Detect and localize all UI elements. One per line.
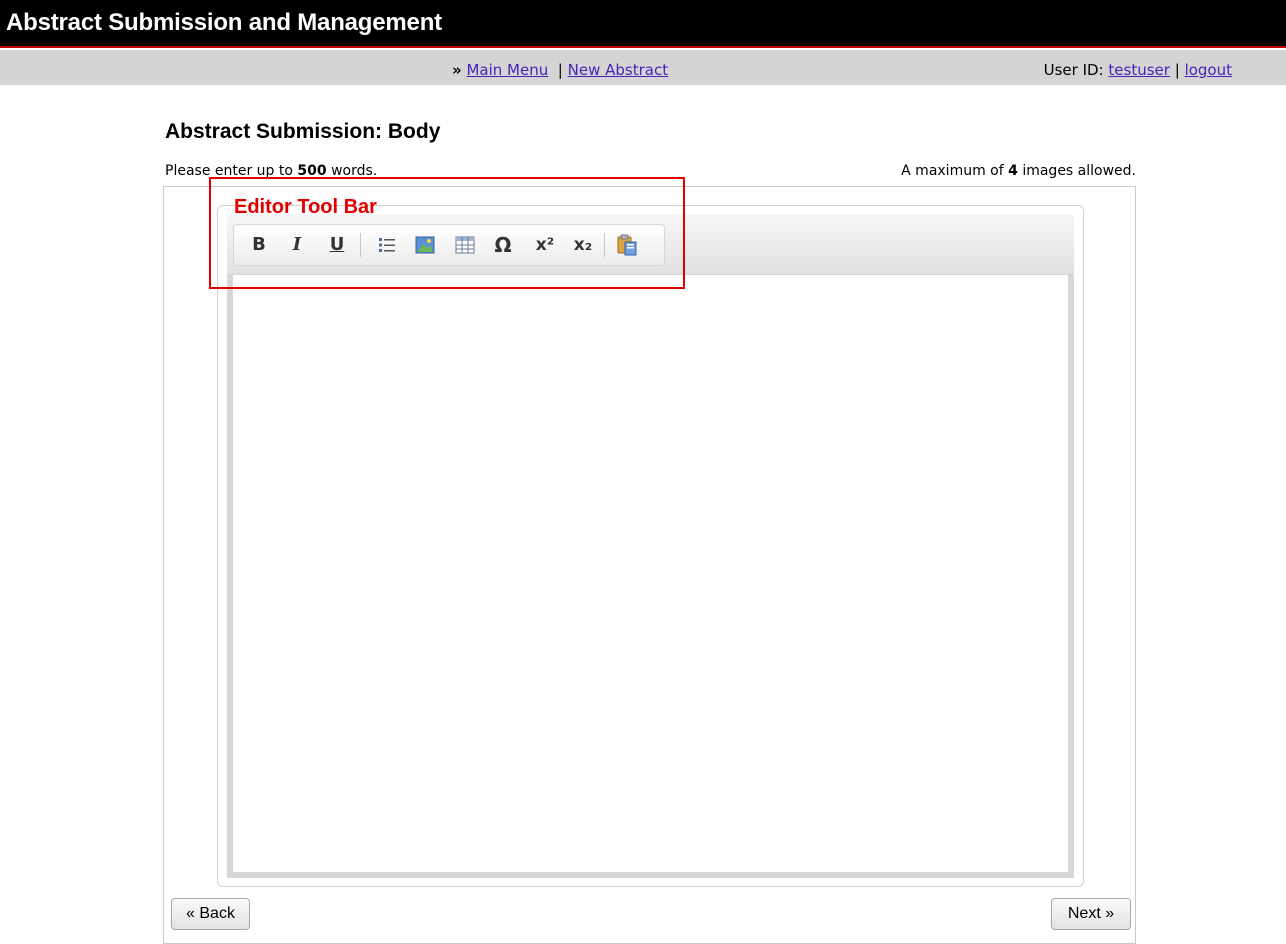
title-bar: Abstract Submission and Management	[0, 0, 1286, 48]
logout-link[interactable]: logout	[1185, 61, 1232, 79]
user-id-label: User ID:	[1043, 61, 1104, 79]
nav-prefix: »	[452, 61, 462, 79]
user-area: User ID: testuser | logout	[1044, 61, 1232, 79]
next-button[interactable]: Next »	[1051, 898, 1131, 930]
nav-separator: |	[557, 61, 563, 79]
annotation-label: Editor Tool Bar	[234, 196, 377, 218]
page-title: Abstract Submission: Body	[165, 120, 441, 143]
image-limit-hint: A maximum of 4 images allowed.	[901, 163, 1136, 179]
main-menu-link[interactable]: Main Menu	[466, 61, 548, 79]
nav-links: » Main Menu | New Abstract	[452, 61, 668, 79]
user-separator: |	[1174, 61, 1180, 79]
image-limit-pre: A maximum of	[901, 163, 1009, 179]
image-limit-value: 4	[1008, 163, 1018, 179]
annotation-box	[209, 177, 685, 289]
user-id-link[interactable]: testuser	[1108, 61, 1170, 79]
nav-bar: » Main Menu | New Abstract User ID: test…	[0, 50, 1286, 85]
new-abstract-link[interactable]: New Abstract	[568, 61, 668, 79]
image-limit-post: images allowed.	[1017, 163, 1136, 179]
back-button[interactable]: « Back	[171, 898, 250, 930]
editor-content-area[interactable]	[227, 274, 1074, 878]
app-title: Abstract Submission and Management	[6, 9, 442, 36]
